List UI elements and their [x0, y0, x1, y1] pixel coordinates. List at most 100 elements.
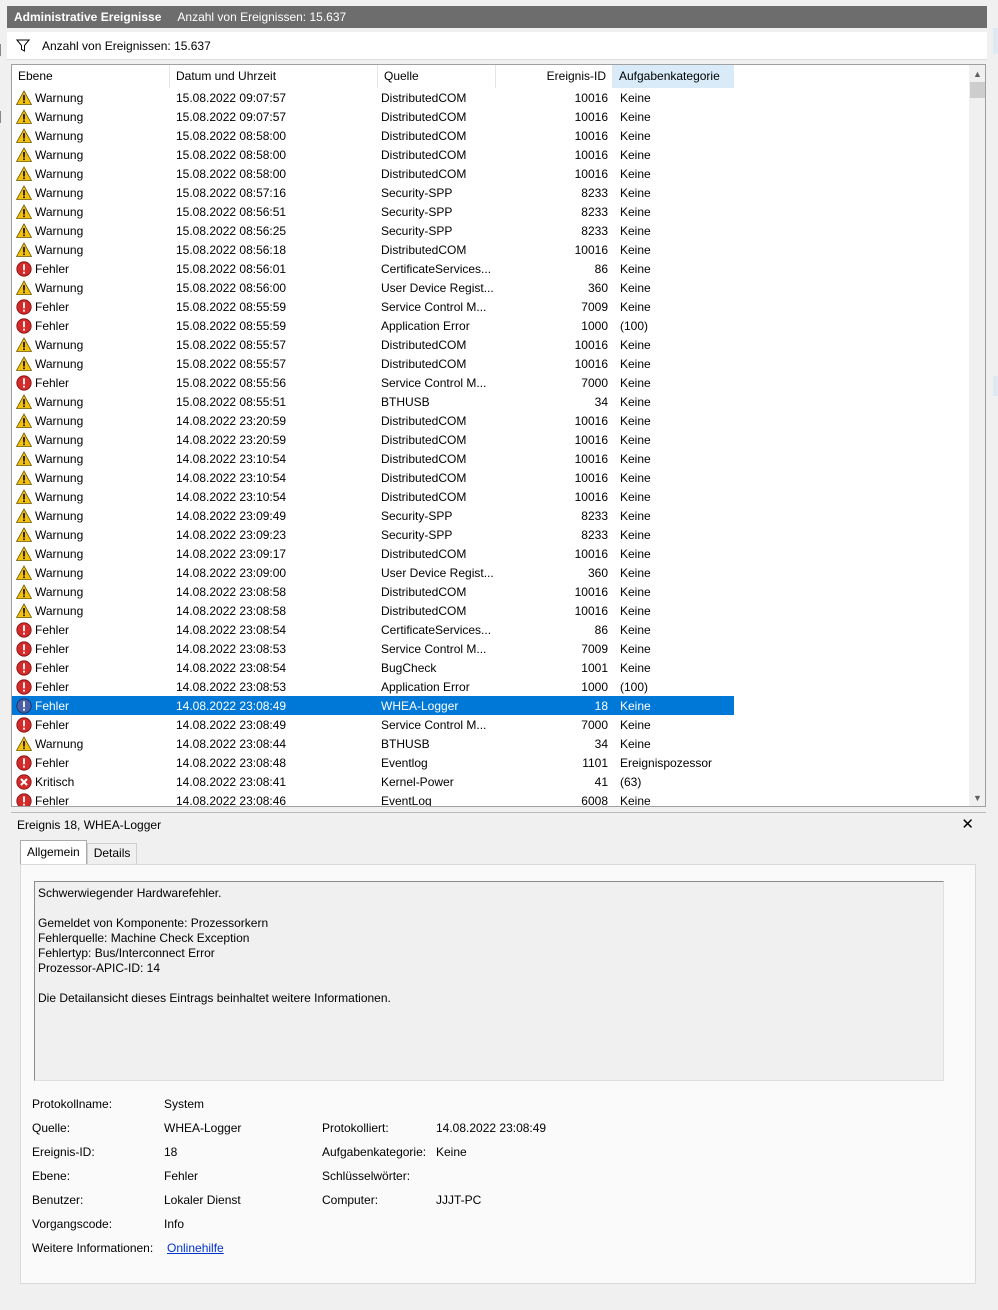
event-row[interactable]: Warnung 14.08.2022 23:09:49 Security-SPP 82… — [12, 506, 972, 525]
event-source: BTHUSB — [381, 394, 430, 409]
event-row[interactable]: Warnung 15.08.2022 08:58:00 DistributedCOM… — [12, 164, 972, 183]
event-category: Keine — [620, 299, 651, 314]
tab-details[interactable]: Details — [86, 843, 138, 864]
event-level: Fehler — [12, 716, 170, 733]
event-row[interactable]: Warnung 14.08.2022 23:08:58 DistributedCOM… — [12, 582, 972, 601]
event-row[interactable]: Warnung 14.08.2022 23:10:54 DistributedCOM… — [12, 487, 972, 506]
scroll-down-arrow-icon[interactable]: ▼ — [969, 789, 985, 806]
event-row[interactable]: Fehler 14.08.2022 23:08:54 CertificateServ… — [12, 620, 972, 639]
event-row[interactable]: Fehler 15.08.2022 08:56:01 CertificateServ… — [12, 259, 972, 278]
event-level: Warnung — [12, 545, 170, 562]
event-category: Keine — [620, 356, 651, 371]
event-date: 15.08.2022 08:56:01 — [176, 261, 287, 276]
event-source: DistributedCOM — [381, 242, 467, 257]
close-icon[interactable]: ✕ — [961, 815, 974, 833]
event-row[interactable]: Fehler 14.08.2022 23:08:54 BugCheck 1001 Kei… — [12, 658, 972, 677]
event-row[interactable]: Fehler 14.08.2022 23:08:53 Application Err… — [12, 677, 972, 696]
event-row[interactable]: Fehler 14.08.2022 23:08:53 Service Control… — [12, 639, 972, 658]
event-row[interactable]: Fehler 15.08.2022 08:55:59 Application Err… — [12, 316, 972, 335]
event-row[interactable]: Kritisch 14.08.2022 23:08:41 Kernel-Power 4… — [12, 772, 972, 791]
event-level-label: Kritisch — [35, 774, 75, 789]
event-date: 15.08.2022 08:58:00 — [176, 166, 287, 181]
event-row[interactable]: Fehler 15.08.2022 08:55:56 Service Control… — [12, 373, 972, 392]
event-row[interactable]: Warnung 14.08.2022 23:08:58 DistributedCOM… — [12, 601, 972, 620]
event-date: 15.08.2022 08:55:59 — [176, 299, 287, 314]
event-id: 86 — [594, 622, 608, 637]
event-row[interactable]: Warnung 14.08.2022 23:10:54 DistributedCOM… — [12, 468, 972, 487]
event-row[interactable]: Warnung 15.08.2022 08:56:25 Security-SPP 82… — [12, 221, 972, 240]
warning-icon — [16, 564, 32, 580]
window-title: Administrative Ereignisse — [14, 10, 162, 24]
event-row[interactable]: Warnung 15.08.2022 08:55:57 DistributedCOM… — [12, 335, 972, 354]
event-date: 14.08.2022 23:09:00 — [176, 565, 287, 580]
right-edge-pane — [993, 28, 998, 54]
event-level-label: Warnung — [35, 223, 84, 238]
event-level-label: Warnung — [35, 584, 84, 599]
event-row[interactable]: Fehler 14.08.2022 23:08:49 WHEA-Logger 18 Ke… — [12, 696, 734, 715]
event-message-box[interactable]: Schwerwiegender Hardwarefehler. Gemeldet… — [34, 881, 944, 1081]
onlinehilfe-link[interactable]: Onlinehilfe — [167, 1241, 224, 1255]
event-row[interactable]: Warnung 15.08.2022 08:57:16 Security-SPP 82… — [12, 183, 972, 202]
event-id: 1001 — [581, 660, 608, 675]
tab-allgemein[interactable]: Allgemein — [20, 840, 87, 865]
event-level-label: Fehler — [35, 318, 70, 333]
event-level-label: Warnung — [35, 204, 84, 219]
event-row[interactable]: Warnung 15.08.2022 09:07:57 DistributedCOM… — [12, 88, 972, 107]
event-level-label: Warnung — [35, 451, 84, 466]
column-header-ebene[interactable]: Ebene — [12, 65, 170, 88]
event-row[interactable]: Warnung 14.08.2022 23:20:59 DistributedCOM… — [12, 411, 972, 430]
quelle-label: Quelle: — [32, 1121, 71, 1135]
event-category: (63) — [620, 774, 642, 789]
event-row[interactable]: Warnung 15.08.2022 08:56:18 DistributedCOM… — [12, 240, 972, 259]
column-header-aufgabenkategorie[interactable]: Aufgabenkategorie — [613, 65, 734, 88]
column-header-ereignis-id[interactable]: Ereignis-ID — [496, 65, 613, 88]
event-row[interactable]: Warnung 14.08.2022 23:09:00 User Device Re… — [12, 563, 972, 582]
computer-value: JJJT-PC — [436, 1193, 482, 1207]
message-line — [38, 976, 940, 991]
event-row[interactable]: Fehler 14.08.2022 23:08:49 Service Control… — [12, 715, 972, 734]
event-row[interactable]: Warnung 15.08.2022 08:55:57 DistributedCOM… — [12, 354, 972, 373]
event-id: 10016 — [574, 546, 608, 561]
event-date: 15.08.2022 08:56:25 — [176, 223, 287, 238]
scroll-thumb[interactable] — [970, 82, 985, 98]
event-category: (100) — [620, 679, 649, 694]
error-icon — [16, 298, 32, 315]
column-header-datum[interactable]: Datum und Uhrzeit — [170, 65, 378, 88]
scroll-up-arrow-icon[interactable]: ▲ — [969, 65, 985, 82]
event-id: 18 — [594, 698, 608, 713]
event-row[interactable]: Warnung 14.08.2022 23:09:23 Security-SPP 82… — [12, 525, 972, 544]
event-row[interactable]: Warnung 14.08.2022 23:09:17 DistributedCOM… — [12, 544, 972, 563]
column-header-quelle[interactable]: Quelle — [378, 65, 496, 88]
event-level: Kritisch — [12, 773, 170, 790]
event-level: Warnung — [12, 336, 170, 353]
event-row[interactable]: Warnung 15.08.2022 08:58:00 DistributedCOM… — [12, 145, 972, 164]
event-source: Eventlog — [381, 755, 428, 770]
event-source: DistributedCOM — [381, 337, 467, 352]
event-row[interactable]: Warnung 15.08.2022 08:56:00 User Device Re… — [12, 278, 972, 297]
vertical-scrollbar[interactable]: ▲ ▼ — [969, 65, 985, 806]
grid-header: Ebene Datum und Uhrzeit Quelle Ereignis-… — [12, 65, 972, 88]
warning-icon — [16, 526, 32, 542]
event-category: Keine — [620, 413, 651, 428]
event-row[interactable]: Fehler 14.08.2022 23:08:46 EventLog 6008 Kei… — [12, 791, 972, 806]
event-id: 360 — [587, 565, 608, 580]
computer-label: Computer: — [322, 1193, 379, 1207]
event-level-label: Warnung — [35, 508, 84, 523]
ebene-label: Ebene: — [32, 1169, 71, 1183]
event-row[interactable]: Warnung 15.08.2022 08:55:51 BTHUSB 34 Keine — [12, 392, 972, 411]
event-date: 14.08.2022 23:20:59 — [176, 413, 287, 428]
event-row[interactable]: Warnung 14.08.2022 23:08:44 BTHUSB 34 Keine — [12, 734, 972, 753]
filter-icon[interactable] — [16, 39, 30, 53]
event-row[interactable]: Warnung 15.08.2022 08:58:00 DistributedCOM… — [12, 126, 972, 145]
event-level-label: Warnung — [35, 736, 84, 751]
event-row[interactable]: Warnung 14.08.2022 23:20:59 DistributedCOM… — [12, 430, 972, 449]
event-level-label: Fehler — [35, 299, 70, 314]
event-row[interactable]: Warnung 15.08.2022 09:07:57 DistributedCOM… — [12, 107, 972, 126]
event-row[interactable]: Warnung 14.08.2022 23:10:54 DistributedCOM… — [12, 449, 972, 468]
event-row[interactable]: Warnung 15.08.2022 08:56:51 Security-SPP 82… — [12, 202, 972, 221]
event-id: 7000 — [581, 375, 608, 390]
event-date: 14.08.2022 23:08:49 — [176, 698, 287, 713]
event-row[interactable]: Fehler 14.08.2022 23:08:48 Eventlog 1101 Ere… — [12, 753, 972, 772]
warning-icon — [16, 108, 32, 124]
event-row[interactable]: Fehler 15.08.2022 08:55:59 Service Control… — [12, 297, 972, 316]
